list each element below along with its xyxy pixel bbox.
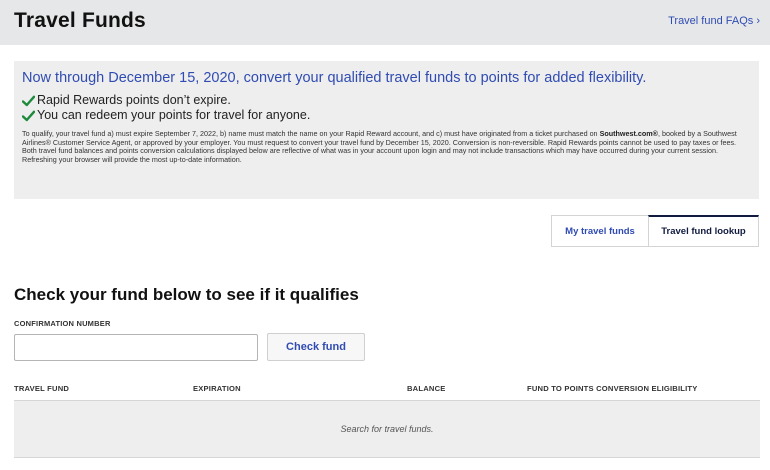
empty-results-message: Search for travel funds. (340, 424, 434, 434)
promo-headline: Now through December 15, 2020, convert y… (22, 70, 647, 86)
fund-check-heading: Check your fund below to see if it quali… (14, 285, 359, 304)
travel-fund-tabs: My travel funds Travel fund lookup (551, 215, 759, 247)
promo-benefit-item: You can redeem your points for travel fo… (22, 108, 752, 123)
check-icon (22, 95, 35, 106)
column-header-travel-fund: TRAVEL FUND (14, 384, 70, 393)
promo-fine-print: To qualify, your travel fund a) must exp… (22, 129, 752, 164)
travel-funds-results: Search for travel funds. (14, 400, 760, 458)
page-title: Travel Funds (14, 9, 146, 32)
column-header-conversion-eligibility: FUND TO POINTS CONVERSION ELIGIBILITY (527, 384, 698, 393)
promo-benefit-item: Rapid Rewards points don’t expire. (22, 93, 752, 108)
column-header-expiration: EXPIRATION (193, 384, 241, 393)
confirmation-number-label: CONFIRMATION NUMBER (14, 319, 111, 328)
page-header: Travel Funds Travel fund FAQs › (0, 0, 770, 45)
check-fund-button[interactable]: Check fund (267, 333, 365, 361)
column-header-balance: BALANCE (407, 384, 446, 393)
promo-benefit-text: Rapid Rewards points don’t expire. (37, 93, 231, 107)
confirmation-number-input[interactable] (14, 334, 258, 361)
promo-benefit-text: You can redeem your points for travel fo… (37, 108, 311, 122)
conversion-promo-banner: Now through December 15, 2020, convert y… (14, 61, 759, 199)
tab-my-travel-funds[interactable]: My travel funds (551, 215, 648, 247)
tab-travel-fund-lookup[interactable]: Travel fund lookup (648, 215, 759, 247)
check-icon (22, 110, 35, 121)
travel-fund-faqs-link[interactable]: Travel fund FAQs › (668, 15, 760, 27)
promo-benefits-list: Rapid Rewards points don’t expire. You c… (22, 93, 752, 123)
